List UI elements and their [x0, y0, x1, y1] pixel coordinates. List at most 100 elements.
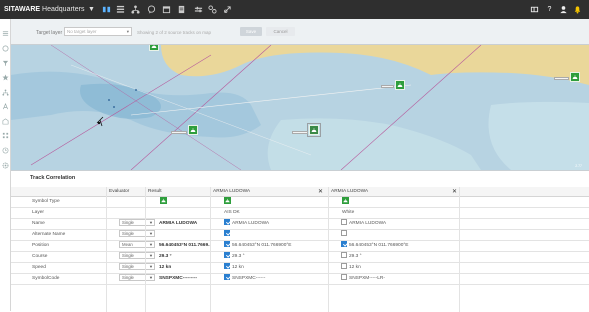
close-source-2-icon[interactable]: ✕: [452, 187, 457, 197]
source-1-checkbox[interactable]: [224, 230, 230, 237]
result-value: SNSPXMC---------: [159, 276, 198, 281]
result-value: ARMIA LUDOWA: [159, 221, 198, 226]
column-divider: [106, 187, 107, 312]
track-symbol[interactable]: [188, 125, 198, 135]
source-1-value: 56.640453°N 011.766900°E: [232, 243, 292, 248]
source-2-checkbox[interactable]: [341, 252, 347, 259]
history-icon[interactable]: [2, 147, 9, 154]
source-1-value: 29.3 °: [232, 254, 245, 259]
source-1-checkbox[interactable]: [224, 252, 230, 259]
result-value: 29.3 °: [159, 254, 172, 259]
source-2-cell: 29.3 °: [339, 252, 459, 262]
building-icon[interactable]: [2, 118, 9, 125]
source-2-checkbox[interactable]: [341, 219, 347, 226]
help-icon[interactable]: ?: [545, 4, 554, 15]
track-label: [381, 85, 394, 88]
grid-icon[interactable]: [102, 5, 111, 14]
tools-icon[interactable]: [194, 5, 203, 14]
result-value: [157, 230, 210, 240]
source-1-cell: SNSPXMC------: [222, 274, 321, 284]
track-symbol[interactable]: [395, 80, 405, 90]
network-icon[interactable]: [2, 89, 9, 96]
column-header-source-2: ARMIA LUDOWA: [331, 189, 369, 194]
source-2-checkbox[interactable]: [341, 241, 347, 248]
source-1-checkbox[interactable]: [224, 219, 230, 226]
evaluator-cell: Single ▼: [119, 230, 155, 240]
evaluator-select[interactable]: Mean ▼: [119, 241, 155, 249]
attribute-name: Layer: [32, 210, 44, 215]
selected-track-symbol[interactable]: [307, 123, 321, 137]
panel-icon[interactable]: [530, 4, 539, 15]
user-icon[interactable]: [559, 4, 568, 15]
chat-icon[interactable]: [147, 5, 156, 14]
result-value: 56.640453°N 011.7669...: [159, 243, 210, 248]
evaluator-select[interactable]: Single ▼: [119, 263, 155, 271]
source-1-checkbox[interactable]: [224, 274, 230, 281]
source-2-value: White: [342, 210, 355, 215]
source-1-cell: 12 kn: [222, 263, 321, 273]
save-button[interactable]: Save: [240, 27, 262, 36]
chevron-down-icon[interactable]: ▼: [88, 4, 95, 15]
target-layer-select[interactable]: No target layer ▾: [64, 27, 132, 36]
result-value: 12 kn: [159, 265, 172, 270]
menu-icon[interactable]: [2, 30, 9, 37]
cancel-button[interactable]: Cancel: [266, 27, 295, 36]
connections-icon[interactable]: [208, 5, 217, 14]
attribute-name: Speed: [32, 265, 46, 270]
column-header-evaluator: Evaluator: [109, 189, 130, 194]
star-icon[interactable]: [2, 74, 9, 81]
track-correlation-panel: Track Correlation Evaluator Result ARMIA…: [11, 170, 589, 312]
app-brand[interactable]: SITAWARE Headquarters: [4, 4, 84, 15]
map-view[interactable]: 2.77: [11, 45, 589, 170]
document-icon[interactable]: [177, 5, 186, 14]
evaluator-select[interactable]: Single ▼: [119, 230, 155, 238]
evaluator-value: Single: [122, 275, 134, 281]
source-1-cell: 56.640453°N 011.766900°E: [222, 241, 321, 251]
column-header-attribute: [30, 187, 106, 196]
evaluator-select[interactable]: Single ▼: [119, 274, 155, 282]
chevron-down-icon: ▼: [149, 253, 153, 259]
attribute-name: Alternate Name: [32, 232, 66, 237]
close-source-1-icon[interactable]: ✕: [318, 187, 323, 197]
settings-icon[interactable]: [2, 162, 9, 169]
text-icon[interactable]: [2, 103, 9, 110]
source-1-value: ARMIA LUDOWA: [232, 221, 270, 226]
source-2-checkbox[interactable]: [341, 263, 347, 270]
evaluator-value: Single: [122, 253, 134, 259]
column-header-source-1: ARMIA LUDOWA: [213, 189, 251, 194]
symbol-icon: [342, 197, 349, 205]
map-canvas[interactable]: [11, 45, 589, 170]
calendar-icon[interactable]: [162, 5, 171, 14]
chevron-down-icon: ▼: [149, 220, 153, 226]
table-row: Name Single ▼ ARMIA LUDOWA ARMIA LUDOWA ARMIA…: [11, 219, 589, 230]
table-row: Course Single ▼ 29.3 ° 29.3 ° 29.3 °: [11, 252, 589, 263]
source-2-symbol: [329, 197, 459, 207]
list-icon[interactable]: [116, 5, 125, 14]
evaluator-value: Mean: [122, 242, 133, 248]
layers-icon[interactable]: [2, 45, 9, 52]
table-row: SymbolCode Single ▼ SNSPXMC--------- SNSPXMC…: [11, 274, 589, 285]
source-1-checkbox[interactable]: [224, 241, 230, 248]
track-symbol[interactable]: [149, 45, 159, 51]
tree-icon[interactable]: [2, 132, 9, 139]
track-label: [554, 77, 569, 80]
filter-bar: Target layer No target layer ▾ Showing 2…: [11, 19, 589, 45]
source-2-checkbox[interactable]: [341, 230, 347, 237]
track-symbol[interactable]: [570, 72, 580, 82]
column-divider: [145, 187, 146, 312]
evaluator-cell: Mean ▼: [119, 241, 155, 251]
evaluator-select[interactable]: Single ▼: [119, 219, 155, 227]
share-icon[interactable]: [223, 5, 232, 14]
column-divider: [210, 187, 211, 312]
hierarchy-icon[interactable]: [131, 5, 140, 14]
source-1-checkbox[interactable]: [224, 263, 230, 270]
filter-icon[interactable]: [2, 60, 9, 67]
attribute-name: Symbol Type: [32, 199, 60, 204]
chevron-down-icon: ▼: [149, 242, 153, 248]
brand-product: Headquarters: [42, 6, 85, 13]
source-2-checkbox[interactable]: [341, 274, 347, 281]
target-layer-value: No target layer: [67, 29, 97, 34]
source-1-value: AIS DK: [224, 210, 240, 215]
notification-icon[interactable]: [573, 4, 582, 15]
evaluator-select[interactable]: Single ▼: [119, 252, 155, 260]
